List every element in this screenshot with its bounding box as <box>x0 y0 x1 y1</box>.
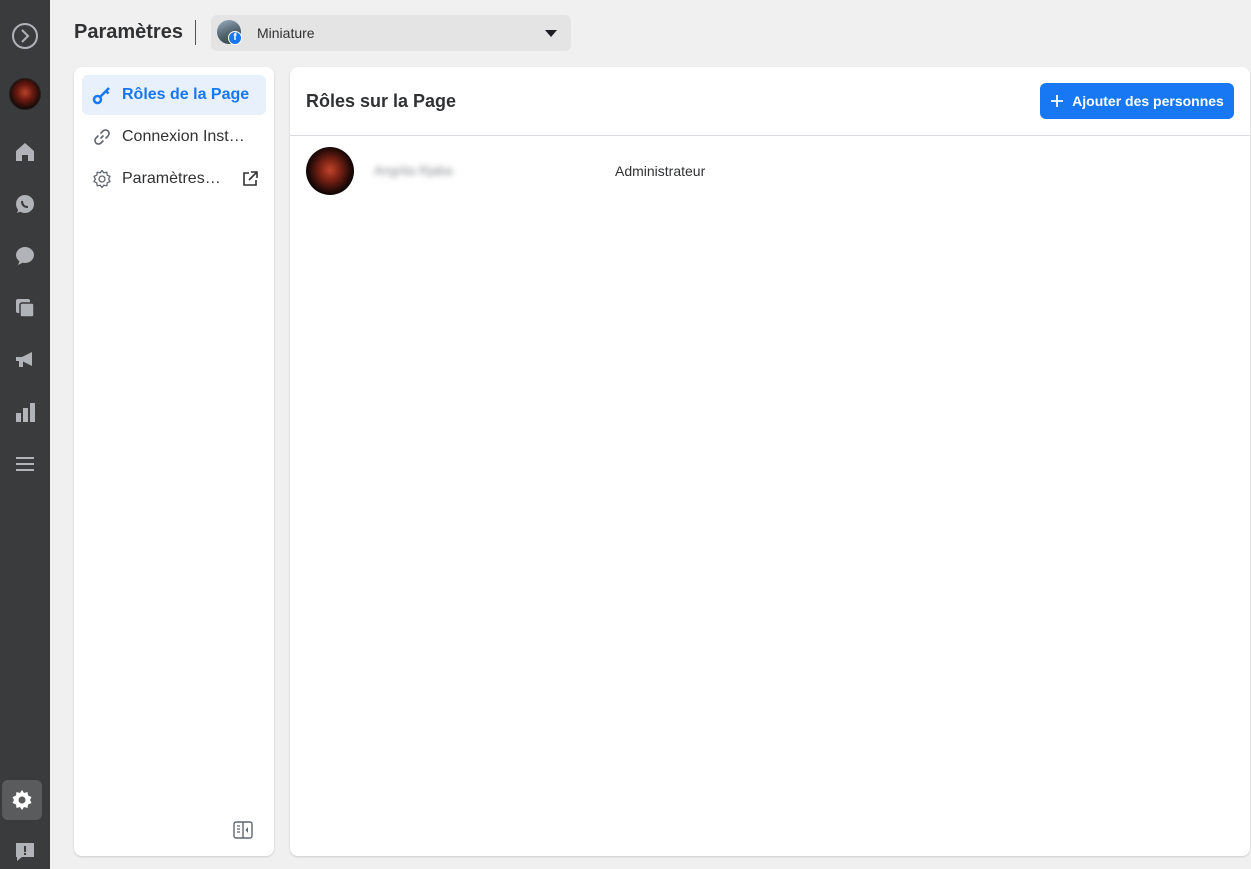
sidebar-item-page-roles[interactable]: Rôles de la Page <box>82 75 266 115</box>
ads-megaphone-icon[interactable] <box>0 340 50 380</box>
home-icon[interactable] <box>0 132 50 172</box>
plus-icon <box>1050 94 1064 108</box>
link-icon <box>94 129 110 145</box>
settings-gear-icon[interactable] <box>2 780 42 820</box>
meta-logo-icon[interactable] <box>0 16 50 56</box>
card-divider <box>290 135 1250 136</box>
page-selector-dropdown[interactable]: f Miniature <box>211 15 571 51</box>
left-rail <box>0 0 50 869</box>
facebook-badge-icon: f <box>228 31 242 45</box>
insights-bars-icon[interactable] <box>0 392 50 432</box>
collapse-sidebar-icon[interactable] <box>232 819 254 841</box>
key-icon <box>92 87 110 105</box>
page-title: Paramètres <box>74 21 183 43</box>
page-avatar[interactable] <box>0 74 50 114</box>
person-role: Administrateur <box>615 163 706 179</box>
page-roles-card: Rôles sur la Page Ajouter des personnes … <box>290 67 1250 856</box>
table-row: Angrita Rjaba Administrateur <box>290 147 1250 197</box>
sidebar-item-label: Paramètres de la Page <box>122 170 222 187</box>
chevron-down-icon <box>545 30 557 37</box>
content-icon[interactable] <box>0 288 50 328</box>
add-people-button[interactable]: Ajouter des personnes <box>1040 83 1234 119</box>
sidebar-item-page-settings[interactable]: Paramètres de la Page <box>82 159 266 199</box>
sidebar-item-label: Connexion Instagram <box>122 128 250 145</box>
person-name: Angrita Rjaba <box>374 163 453 178</box>
sidebar-item-label: Rôles de la Page <box>122 86 250 103</box>
settings-sidebar: Rôles de la Page Connexion Instagram Par… <box>74 67 274 856</box>
messenger-icon[interactable] <box>0 236 50 276</box>
sidebar-item-instagram-connection[interactable]: Connexion Instagram <box>82 117 266 157</box>
header-divider <box>195 20 196 45</box>
avatar <box>306 147 354 195</box>
report-problem-icon[interactable] <box>0 832 50 869</box>
gear-outline-icon <box>93 169 111 189</box>
external-link-icon <box>243 171 258 186</box>
add-people-label: Ajouter des personnes <box>1072 93 1224 109</box>
menu-icon[interactable] <box>0 444 50 484</box>
whatsapp-icon[interactable] <box>0 184 50 224</box>
selected-page-name: Miniature <box>257 25 315 41</box>
page-avatar-image <box>9 78 41 110</box>
card-title: Rôles sur la Page <box>306 91 457 111</box>
